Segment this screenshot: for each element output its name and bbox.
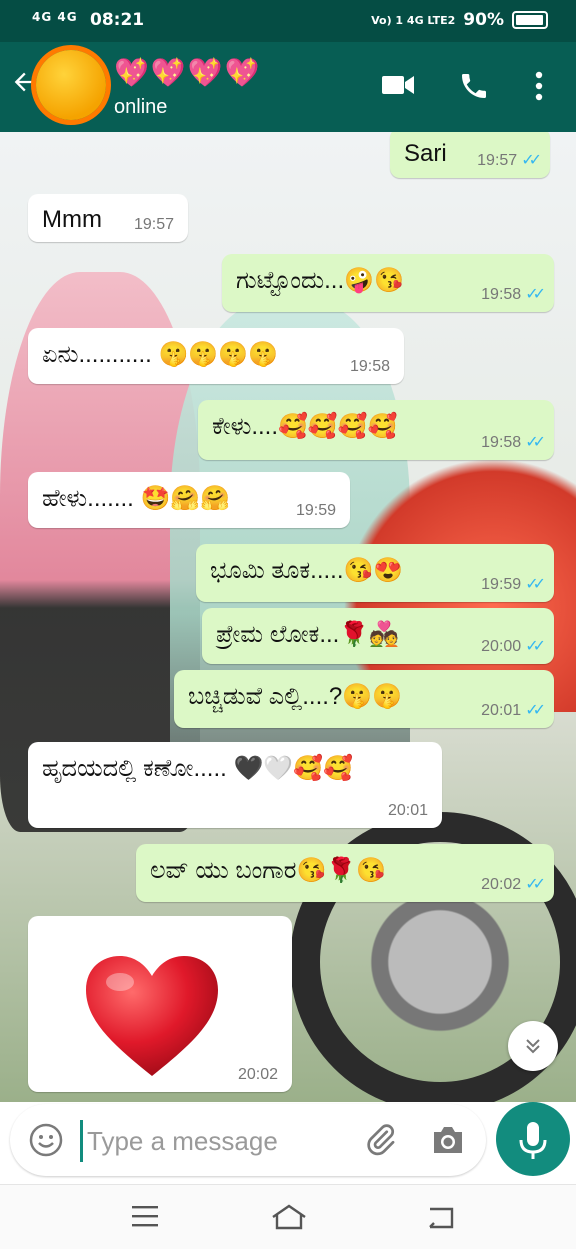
message-text: ಬಚ್ಚಿಡುವೆ ಎಲ್ಲಿ....?🤫🤫 (188, 683, 403, 710)
heart-sticker-icon (86, 956, 218, 1076)
back-icon[interactable] (424, 1203, 456, 1236)
message-time: 20:02 (237, 1066, 278, 1083)
read-ticks-icon: ✓✓ (525, 702, 546, 719)
message-bubble-outgoing[interactable]: Sari 19:57 ✓✓ (390, 132, 550, 178)
message-bubble-incoming[interactable]: ಹೇಳು....... 🤩🤗🤗 19:59 (28, 472, 350, 528)
message-bubble-outgoing[interactable]: ಭೂಮಿ ತೂಕ.....😘😍 19:59 ✓✓ (196, 544, 554, 602)
message-text: ಭೂಮಿ ತೂಕ.....😘😍 (210, 557, 404, 584)
message-bubble-outgoing[interactable]: ಬಚ್ಚಿಡುವೆ ಎಲ್ಲಿ....?🤫🤫 20:01 ✓✓ (174, 670, 554, 728)
read-ticks-icon: ✓✓ (525, 576, 546, 593)
status-time: 08:21 (90, 10, 145, 30)
message-bubble-outgoing[interactable]: ಪ್ರೇಮ ಲೋಕ...🌹💑 20:00 ✓✓ (202, 608, 554, 664)
contact-status: online (114, 96, 168, 118)
signal-indicator: 4G 4G (32, 10, 78, 24)
video-call-icon[interactable] (380, 70, 416, 105)
phone-icon[interactable] (458, 70, 490, 107)
message-time: 20:00 (481, 638, 522, 655)
emoji-icon[interactable] (28, 1122, 64, 1163)
back-arrow-icon[interactable] (10, 68, 38, 101)
message-text: ಹೃದಯದಲ್ಲಿ ಕಣೋ..... 🖤🤍🥰🥰 (42, 755, 353, 782)
message-bubble-sticker[interactable]: 20:02 (28, 916, 292, 1092)
attach-icon[interactable] (362, 1122, 398, 1163)
message-time: 19:57 (477, 152, 518, 169)
menu-icon[interactable] (130, 1203, 160, 1234)
message-bubble-incoming[interactable]: ಹೃದಯದಲ್ಲಿ ಕಣೋ..... 🖤🤍🥰🥰 20:01 (28, 742, 442, 828)
message-time: 20:02 (481, 876, 522, 893)
contact-name[interactable]: 💖💖💖💖 (114, 56, 261, 89)
message-text: ಕೇಳು....🥰🥰🥰🥰 (212, 413, 398, 440)
message-text: ಏನು........... 🤫🤫🤫🤫 (42, 341, 279, 368)
battery-icon (512, 11, 548, 29)
more-options-icon[interactable] (534, 70, 544, 107)
read-ticks-icon: ✓✓ (525, 286, 546, 303)
read-ticks-icon: ✓✓ (525, 434, 546, 451)
chat-header: 💖💖💖💖 online (0, 42, 576, 132)
chat-area[interactable]: Sari 19:57 ✓✓ Mmm 19:57 ಗುಟ್ಟೊಂದು...🤪😘 19… (0, 132, 576, 1102)
message-text: ಹೇಳು....... 🤩🤗🤗 (42, 485, 231, 512)
message-time: 19:58 (481, 286, 522, 303)
contact-avatar[interactable] (36, 50, 106, 120)
message-time: 19:58 (349, 358, 390, 375)
message-bubble-outgoing[interactable]: ಗುಟ್ಟೊಂದು...🤪😘 19:58 ✓✓ (222, 254, 554, 312)
message-time: 19:58 (481, 434, 522, 451)
scroll-down-icon[interactable] (508, 1021, 558, 1071)
message-composer (10, 1104, 486, 1176)
message-input[interactable] (80, 1120, 359, 1162)
message-time: 19:57 (133, 216, 174, 233)
battery-area: Vo) 1 4G LTE2 90% (371, 10, 548, 30)
system-nav-bar (0, 1184, 576, 1249)
message-time: 19:59 (481, 576, 522, 593)
message-bubble-outgoing[interactable]: ಕೇಳು....🥰🥰🥰🥰 19:58 ✓✓ (198, 400, 554, 460)
message-time: 20:01 (387, 802, 428, 819)
camera-icon[interactable] (430, 1124, 466, 1161)
network-indicator: Vo) 1 4G LTE2 (371, 13, 456, 27)
mic-icon[interactable] (496, 1102, 570, 1176)
message-text: Sari (404, 140, 447, 167)
message-bubble-outgoing[interactable]: ಲವ್ ಯು ಬಂಗಾರ😘🌹😘 20:02 ✓✓ (136, 844, 554, 902)
read-ticks-icon: ✓✓ (521, 152, 542, 169)
read-ticks-icon: ✓✓ (525, 876, 546, 893)
status-bar: 4G 4G 08:21 Vo) 1 4G LTE2 90% (0, 0, 576, 42)
message-text: Mmm (42, 206, 102, 233)
message-text: ಲವ್ ಯು ಬಂಗಾರ😘🌹😘 (150, 857, 387, 884)
message-time: 20:01 (481, 702, 522, 719)
home-icon[interactable] (270, 1203, 308, 1236)
message-time: 19:59 (295, 502, 336, 519)
message-text: ಪ್ರೇಮ ಲೋಕ...🌹💑 (216, 621, 400, 648)
message-bubble-incoming[interactable]: Mmm 19:57 (28, 194, 188, 242)
message-text: ಗುಟ್ಟೊಂದು...🤪😘 (236, 267, 404, 294)
battery-percent: 90% (463, 10, 504, 30)
read-ticks-icon: ✓✓ (525, 638, 546, 655)
message-bubble-incoming[interactable]: ಏನು........... 🤫🤫🤫🤫 19:58 (28, 328, 404, 384)
